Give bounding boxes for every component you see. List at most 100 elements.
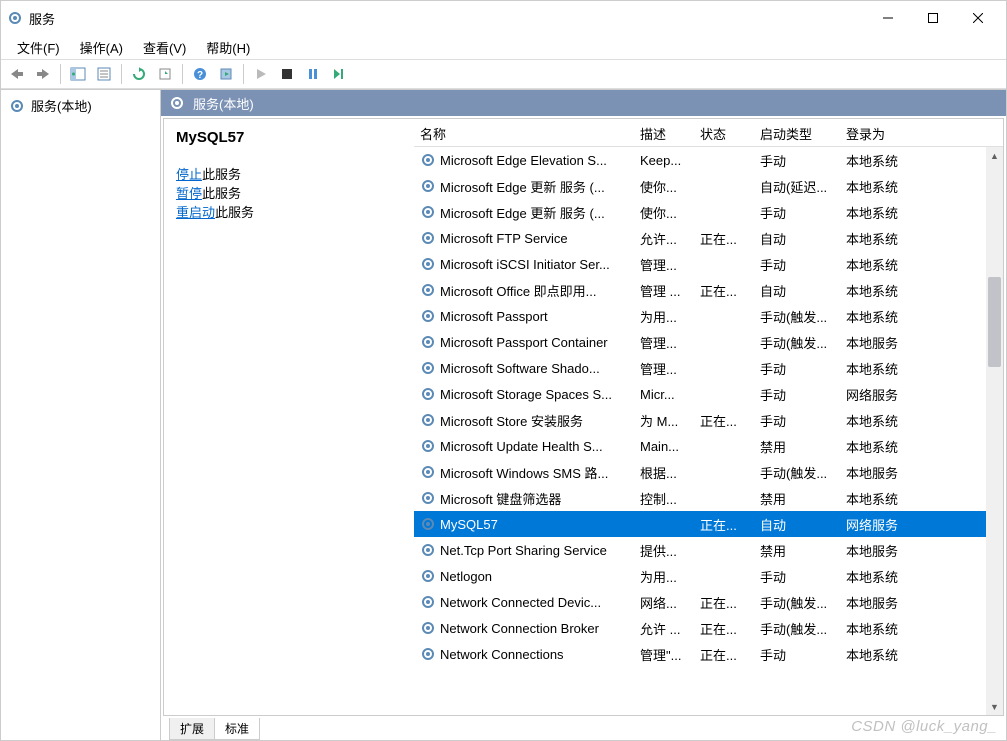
service-name-cell: Microsoft Edge 更新 服务 (... (440, 203, 605, 222)
window-title: 服务 (29, 9, 55, 28)
menu-view[interactable]: 查看(V) (133, 35, 196, 59)
scroll-up-icon[interactable]: ▲ (986, 147, 1003, 164)
service-start-cell: 手动 (754, 151, 840, 170)
show-hide-tree-button[interactable] (66, 62, 90, 86)
refresh-button[interactable] (127, 62, 151, 86)
service-start-cell: 手动 (754, 385, 840, 404)
gear-icon (420, 490, 436, 506)
service-name-cell: Microsoft Storage Spaces S... (440, 387, 612, 402)
table-row[interactable]: Microsoft Passport为用...手动(触发...本地系统 (414, 303, 1003, 329)
table-row[interactable]: Microsoft Edge Elevation S...Keep...手动本地… (414, 147, 1003, 173)
service-logon-cell: 本地系统 (840, 255, 930, 274)
table-row[interactable]: Microsoft Store 安装服务为 M...正在...手动本地系统 (414, 407, 1003, 433)
table-row[interactable]: Microsoft Windows SMS 路...根据...手动(触发...本… (414, 459, 1003, 485)
scroll-thumb[interactable] (988, 277, 1001, 367)
right-pane-header: 服务(本地) (161, 90, 1006, 116)
properties-button[interactable] (92, 62, 116, 86)
service-desc-cell: 管理"... (634, 645, 694, 664)
gear-icon (420, 438, 436, 454)
run-button[interactable] (214, 62, 238, 86)
pause-service-button[interactable] (301, 62, 325, 86)
minimize-button[interactable] (865, 3, 910, 33)
table-row[interactable]: Microsoft iSCSI Initiator Ser...管理...手动本… (414, 251, 1003, 277)
gear-icon (420, 178, 436, 194)
gear-icon (420, 464, 436, 480)
table-row[interactable]: Microsoft FTP Service允许...正在...自动本地系统 (414, 225, 1003, 251)
vertical-scrollbar[interactable]: ▲ ▼ (986, 147, 1003, 715)
pause-link[interactable]: 暂停 (176, 186, 202, 201)
service-logon-cell: 网络服务 (840, 515, 930, 534)
toolbar: ? (1, 59, 1006, 89)
restart-service-button[interactable] (327, 62, 351, 86)
service-name-cell: Microsoft Passport Container (440, 335, 608, 350)
start-service-button[interactable] (249, 62, 273, 86)
stop-link[interactable]: 停止 (176, 167, 202, 182)
table-row[interactable]: MySQL57正在...自动网络服务 (414, 511, 1003, 537)
service-desc-cell: 允许... (634, 229, 694, 248)
titlebar: 服务 (1, 1, 1006, 35)
scroll-down-icon[interactable]: ▼ (986, 698, 1003, 715)
service-start-cell: 手动(触发... (754, 307, 840, 326)
table-row[interactable]: Microsoft Passport Container管理...手动(触发..… (414, 329, 1003, 355)
gear-icon (420, 542, 436, 558)
col-name[interactable]: 名称 (414, 119, 634, 146)
service-logon-cell: 本地服务 (840, 463, 930, 482)
table-row[interactable]: Net.Tcp Port Sharing Service提供...禁用本地服务 (414, 537, 1003, 563)
col-logon[interactable]: 登录为 (840, 119, 930, 146)
maximize-button[interactable] (910, 3, 955, 33)
menu-file[interactable]: 文件(F) (7, 35, 70, 59)
table-row[interactable]: Microsoft Software Shado...管理...手动本地系统 (414, 355, 1003, 381)
gear-icon (420, 230, 436, 246)
service-name-cell: Microsoft 键盘筛选器 (440, 489, 561, 508)
table-row[interactable]: Netlogon为用...手动本地系统 (414, 563, 1003, 589)
forward-button[interactable] (31, 62, 55, 86)
service-desc-cell: 使你... (634, 203, 694, 222)
col-desc[interactable]: 描述 (634, 119, 694, 146)
table-row[interactable]: Network Connection Broker允许 ...正在...手动(触… (414, 615, 1003, 641)
tab-extended[interactable]: 扩展 (169, 718, 215, 740)
table-row[interactable]: Microsoft Edge 更新 服务 (...使你...手动本地系统 (414, 199, 1003, 225)
service-status-cell: 正在... (694, 593, 754, 612)
help-button[interactable]: ? (188, 62, 212, 86)
service-desc-cell: 根据... (634, 463, 694, 482)
menu-action[interactable]: 操作(A) (70, 35, 133, 59)
service-logon-cell: 本地系统 (840, 567, 930, 586)
tree-node-services-local[interactable]: 服务(本地) (5, 94, 156, 117)
table-row[interactable]: Microsoft Edge 更新 服务 (...使你...自动(延迟...本地… (414, 173, 1003, 199)
tree-pane[interactable]: 服务(本地) (1, 90, 161, 740)
col-status[interactable]: 状态 (694, 119, 754, 146)
service-logon-cell: 本地系统 (840, 359, 930, 378)
service-desc-cell: 管理... (634, 255, 694, 274)
service-start-cell: 手动(触发... (754, 463, 840, 482)
table-row[interactable]: Microsoft Update Health S...Main...禁用本地系… (414, 433, 1003, 459)
column-headers: 名称 描述 状态 启动类型 登录为 (414, 119, 1003, 147)
close-button[interactable] (955, 3, 1000, 33)
restart-link[interactable]: 重启动 (176, 205, 215, 220)
service-status-cell: 正在... (694, 281, 754, 300)
service-desc-cell: 使你... (634, 177, 694, 196)
table-row[interactable]: Microsoft Office 即点即用...管理 ...正在...自动本地系… (414, 277, 1003, 303)
gear-icon (420, 594, 436, 610)
menu-help[interactable]: 帮助(H) (196, 35, 260, 59)
tab-standard[interactable]: 标准 (214, 718, 260, 740)
service-logon-cell: 本地系统 (840, 437, 930, 456)
col-start[interactable]: 启动类型 (754, 119, 840, 146)
service-start-cell: 手动 (754, 255, 840, 274)
service-name-cell: Microsoft FTP Service (440, 231, 568, 246)
service-name-cell: MySQL57 (440, 517, 498, 532)
table-row[interactable]: Network Connected Devic...网络...正在...手动(触… (414, 589, 1003, 615)
service-status-cell: 正在... (694, 619, 754, 638)
svg-text:?: ? (197, 70, 203, 81)
gear-icon (169, 95, 185, 111)
table-row[interactable]: Microsoft 键盘筛选器控制...禁用本地系统 (414, 485, 1003, 511)
service-desc-cell: 网络... (634, 593, 694, 612)
table-row[interactable]: Network Connections管理"...正在...手动本地系统 (414, 641, 1003, 667)
service-list[interactable]: 名称 描述 状态 启动类型 登录为 Microsoft Edge Elevati… (414, 119, 1003, 715)
stop-service-button[interactable] (275, 62, 299, 86)
gear-icon (420, 386, 436, 402)
table-row[interactable]: Microsoft Storage Spaces S...Micr...手动网络… (414, 381, 1003, 407)
export-button[interactable] (153, 62, 177, 86)
service-desc-cell: 为用... (634, 567, 694, 586)
gear-icon (420, 646, 436, 662)
back-button[interactable] (5, 62, 29, 86)
